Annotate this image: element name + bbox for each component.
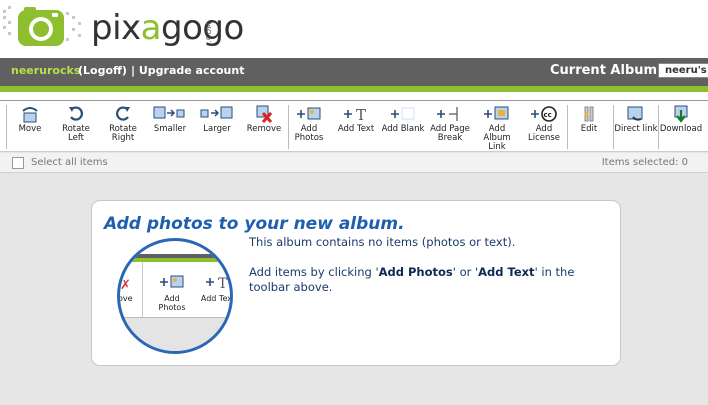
add-text-button[interactable]: T Add Text bbox=[333, 105, 379, 149]
rotate-left-icon bbox=[53, 105, 99, 125]
move-icon bbox=[7, 105, 53, 125]
direct-link-button[interactable]: Direct link bbox=[613, 105, 659, 149]
add-album-link-button[interactable]: Add Album Link bbox=[474, 105, 520, 152]
empty-album-card: Add photos to your new album. ✗ ove Add … bbox=[91, 200, 621, 366]
empty-album-title: Add photos to your new album. bbox=[104, 214, 405, 234]
rotate-left-button[interactable]: Rotate Left bbox=[53, 105, 99, 149]
current-album-label: Current Album: bbox=[550, 63, 663, 78]
download-icon bbox=[658, 105, 704, 125]
edit-icon bbox=[566, 105, 612, 125]
add-license-icon: cc bbox=[521, 105, 567, 125]
items-selected-count: Items selected: 0 bbox=[601, 157, 688, 168]
smaller-button[interactable]: Smaller bbox=[147, 105, 193, 149]
pixagogo-logo[interactable]: pixagogo .COM bbox=[0, 0, 244, 58]
logo-dotcom: .COM bbox=[205, 22, 213, 43]
direct-link-icon bbox=[613, 105, 659, 125]
zoom-add-text: T Add Text bbox=[200, 274, 230, 303]
add-blank-button[interactable]: Add Blank bbox=[380, 105, 426, 149]
toolbar-zoom-illustration: ✗ ove Add Photos T Add Text bbox=[117, 238, 233, 354]
add-photos-icon bbox=[154, 274, 190, 294]
zoom-remove-label: ove bbox=[118, 294, 133, 303]
user-bar: neerurocks (Logoff) | Upgrade account Cu… bbox=[0, 58, 708, 86]
add-license-button[interactable]: cc Add License bbox=[521, 105, 567, 149]
add-album-link-icon bbox=[474, 105, 520, 125]
svg-text:T: T bbox=[356, 106, 366, 123]
upgrade-account-link[interactable]: | Upgrade account bbox=[131, 64, 244, 77]
add-page-break-button[interactable]: Add Page Break bbox=[427, 105, 473, 149]
camera-logo-icon bbox=[3, 6, 81, 46]
zoom-divider bbox=[142, 262, 143, 317]
add-text-icon: T bbox=[333, 105, 379, 125]
empty-album-message: This album contains no items (photos or … bbox=[249, 235, 516, 249]
add-photos-icon bbox=[286, 105, 332, 125]
app-window: pixagogo .COM neerurocks (Logoff) | Upgr… bbox=[0, 0, 708, 405]
header-gap bbox=[0, 92, 708, 100]
selection-bar: Select all items Items selected: 0 bbox=[0, 153, 708, 173]
svg-text:cc: cc bbox=[544, 111, 552, 119]
remove-icon bbox=[241, 105, 287, 125]
album-toolbar: Move Rotate Left Rotate Right Smaller La… bbox=[0, 100, 708, 152]
download-button[interactable]: Download bbox=[658, 105, 704, 149]
larger-icon bbox=[194, 105, 240, 125]
site-header: pixagogo .COM bbox=[0, 0, 708, 58]
current-album-select[interactable]: neeru's bbox=[658, 63, 708, 78]
zoom-select-row bbox=[120, 317, 230, 351]
username-link[interactable]: neerurocks bbox=[11, 64, 80, 77]
smaller-icon bbox=[147, 105, 193, 125]
rotate-right-button[interactable]: Rotate Right bbox=[100, 105, 146, 149]
logoff-link[interactable]: (Logoff) bbox=[78, 64, 127, 77]
remove-button[interactable]: Remove bbox=[241, 105, 287, 149]
add-page-break-icon bbox=[427, 105, 473, 125]
select-all-checkbox[interactable] bbox=[12, 157, 24, 169]
add-blank-icon bbox=[380, 105, 426, 125]
logo-wordmark: pixagogo bbox=[91, 8, 244, 48]
rotate-right-icon bbox=[100, 105, 146, 125]
add-items-instructions: Add items by clicking 'Add Photos' or 'A… bbox=[249, 265, 575, 294]
move-button[interactable]: Move bbox=[7, 105, 53, 149]
zoom-remove-icon: ✗ bbox=[120, 278, 131, 293]
svg-text:T: T bbox=[218, 276, 228, 290]
zoom-add-photos: Add Photos bbox=[154, 274, 190, 312]
edit-button[interactable]: Edit bbox=[566, 105, 612, 149]
add-photos-button[interactable]: Add Photos bbox=[286, 105, 332, 149]
add-text-icon: T bbox=[200, 274, 230, 294]
select-all-label[interactable]: Select all items bbox=[31, 157, 108, 168]
zoom-accent-stripe bbox=[120, 258, 230, 262]
larger-button[interactable]: Larger bbox=[194, 105, 240, 149]
